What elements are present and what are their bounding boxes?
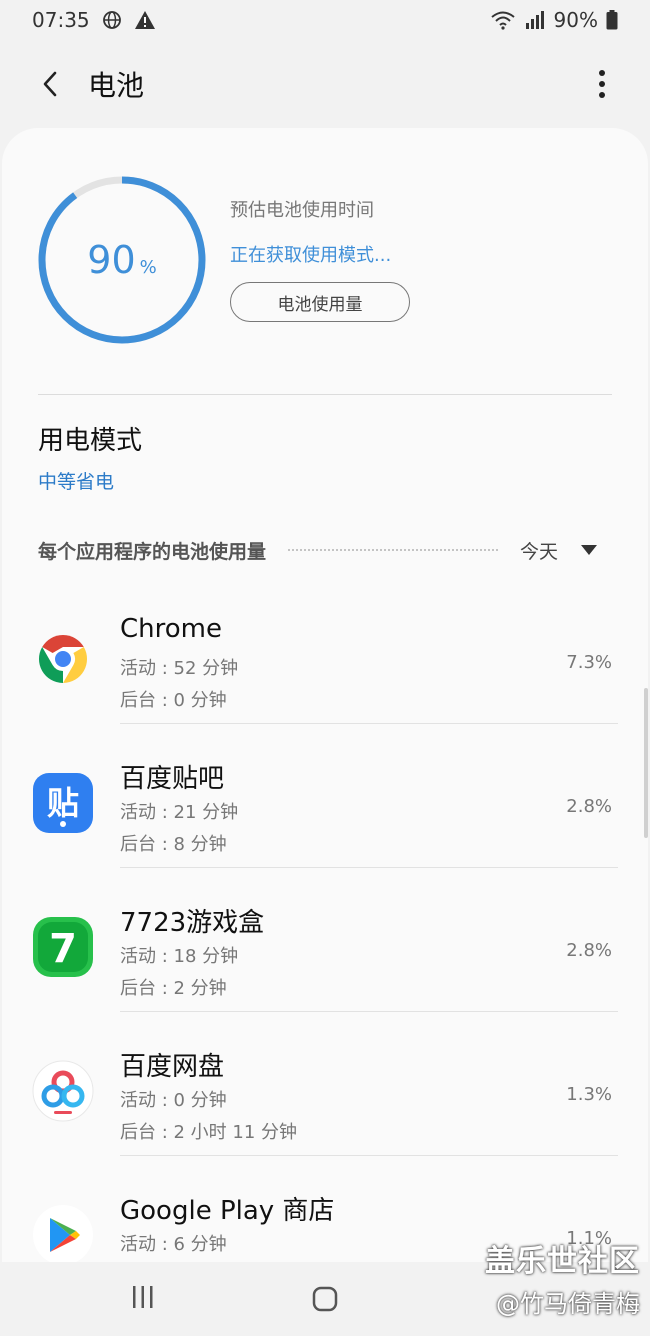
home-button[interactable] xyxy=(312,1286,338,1316)
app-background-time: 后台 : 2 小时 11 分钟 xyxy=(120,1122,298,1143)
app-name: 百度网盘 xyxy=(120,1052,225,1082)
app-active-time: 活动 : 52 分钟 xyxy=(120,658,239,679)
app-name: 7723游戏盒 xyxy=(120,908,265,938)
power-mode-title: 用电模式 xyxy=(38,426,143,456)
recent-apps-icon xyxy=(133,1286,153,1308)
dropdown-triangle-icon xyxy=(581,545,597,555)
app-usage-percent: 1.3% xyxy=(566,1084,612,1105)
game-box-icon: 7 xyxy=(32,916,94,978)
app-row-tieba[interactable]: 贴 百度贴吧 活动 : 21 分钟 后台 : 8 分钟 2.8% xyxy=(2,724,648,868)
battery-percent-unit: % xyxy=(139,256,157,278)
app-active-time: 活动 : 21 分钟 xyxy=(120,802,239,823)
watermark: 盖乐世社区 @竹马倚青梅 xyxy=(450,1236,640,1319)
power-mode-item[interactable]: 用电模式 中等省电 xyxy=(38,420,612,500)
google-play-icon xyxy=(32,1204,94,1263)
back-button[interactable] xyxy=(28,62,72,106)
svg-text:贴: 贴 xyxy=(47,784,79,822)
wifi-icon xyxy=(490,10,516,30)
app-active-time: 活动 : 18 分钟 xyxy=(120,946,239,967)
page-title: 电池 xyxy=(88,69,145,102)
app-background-time: 后台 : 2 分钟 xyxy=(120,978,227,999)
dotted-separator xyxy=(288,549,498,551)
signal-icon xyxy=(524,10,546,30)
baidu-netdisk-icon xyxy=(32,1060,94,1122)
apps-usage-header: 每个应用程序的电池使用量 今天 xyxy=(38,532,598,568)
app-name: Chrome xyxy=(120,614,222,644)
chrome-icon xyxy=(32,628,94,690)
status-bar: 07:35 90% xyxy=(0,0,650,40)
warning-icon xyxy=(134,10,156,30)
home-icon xyxy=(312,1286,338,1312)
app-usage-percent: 2.8% xyxy=(566,796,612,817)
more-options-button[interactable] xyxy=(582,62,622,106)
app-bar: 电池 xyxy=(0,44,650,124)
back-arrow-icon xyxy=(43,71,57,97)
battery-percent-value: 90 xyxy=(87,238,136,282)
app-name: Google Play 商店 xyxy=(120,1196,335,1226)
app-active-time: 活动 : 6 分钟 xyxy=(120,1234,227,1255)
apps-usage-label: 每个应用程序的电池使用量 xyxy=(38,540,267,563)
estimate-label: 预估电池使用时间 xyxy=(230,200,374,221)
battery-summary: 90 % 预估电池使用时间 正在获取使用模式... 电池使用量 xyxy=(2,128,648,394)
app-active-time: 活动 : 0 分钟 xyxy=(120,1090,227,1111)
status-battery-text: 90% xyxy=(553,8,598,32)
app-name: 百度贴吧 xyxy=(120,764,225,794)
scrollbar[interactable] xyxy=(644,688,648,838)
battery-icon xyxy=(606,10,618,30)
period-value: 今天 xyxy=(519,540,558,563)
recent-apps-button[interactable] xyxy=(130,1284,156,1314)
watermark-line1: 盖乐世社区 xyxy=(485,1244,640,1279)
app-row-7723[interactable]: 7 7723游戏盒 活动 : 18 分钟 后台 : 2 分钟 2.8% xyxy=(2,868,648,1012)
app-background-time: 后台 : 0 分钟 xyxy=(120,690,227,711)
tieba-icon: 贴 xyxy=(32,772,94,834)
status-time: 07:35 xyxy=(32,8,90,32)
battery-usage-button[interactable]: 电池使用量 xyxy=(230,282,410,322)
section-divider xyxy=(38,394,612,395)
globe-icon xyxy=(102,10,122,30)
battery-level-ring: 90 % xyxy=(36,174,208,346)
app-row-baidu-netdisk[interactable]: 百度网盘 活动 : 0 分钟 后台 : 2 小时 11 分钟 1.3% xyxy=(2,1012,648,1156)
app-usage-percent: 2.8% xyxy=(566,940,612,961)
power-mode-value: 中等省电 xyxy=(38,471,115,493)
estimate-status: 正在获取使用模式... xyxy=(230,245,392,266)
svg-text:7: 7 xyxy=(49,926,77,972)
app-row-chrome[interactable]: Chrome 活动 : 52 分钟 后台 : 0 分钟 7.3% xyxy=(2,580,648,724)
period-dropdown[interactable]: 今天 xyxy=(520,537,598,564)
app-usage-list: Chrome 活动 : 52 分钟 后台 : 0 分钟 7.3% 贴 百度贴吧 … xyxy=(2,580,648,1263)
watermark-line2: @竹马倚青梅 xyxy=(496,1290,640,1318)
more-vert-icon xyxy=(599,70,605,98)
battery-card: 90 % 预估电池使用时间 正在获取使用模式... 电池使用量 用电模式 中等省… xyxy=(2,128,648,1263)
app-background-time: 后台 : 8 分钟 xyxy=(120,834,227,855)
app-usage-percent: 7.3% xyxy=(566,652,612,673)
